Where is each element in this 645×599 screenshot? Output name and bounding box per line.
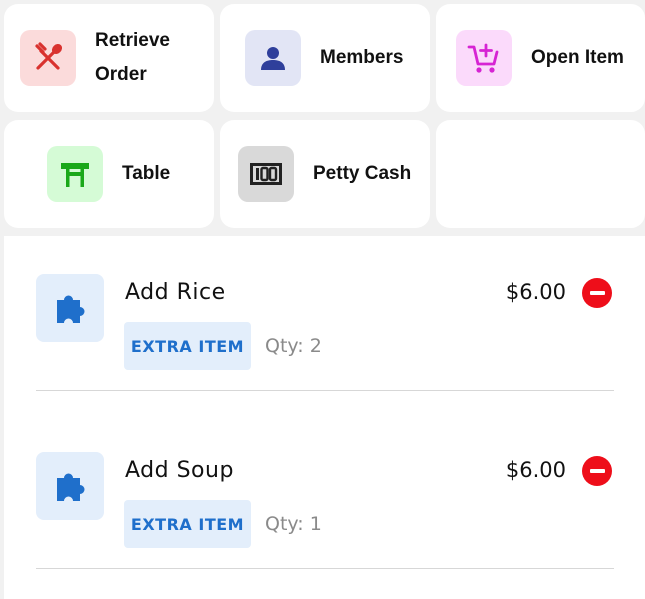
petty-cash-button[interactable]: Petty Cash [220,120,430,228]
order-item-row[interactable]: Add Soup $6.00 EXTRA ITEM Qty: 1 [4,414,645,592]
puzzle-icon [57,473,85,501]
row-divider [36,390,614,391]
table-button[interactable]: Table [4,120,214,228]
cart-plus-icon [467,43,499,73]
minus-icon [589,469,605,473]
item-name: Add Soup [125,458,234,483]
item-price: $6.00 [505,458,566,482]
table-icon [61,163,89,187]
item-type-badge: EXTRA ITEM [124,500,251,548]
remove-item-button[interactable] [582,456,612,486]
table-icon-box [47,146,103,202]
retrieve-order-label: Retrieve Order [95,30,170,85]
item-quantity: Qty: 2 [265,335,322,357]
puzzle-icon [57,295,85,323]
cash-icon-box [238,146,294,202]
item-thumbnail [36,274,104,342]
utensils-icon-box [20,30,76,86]
members-button[interactable]: Members [220,4,430,112]
members-label: Members [320,47,404,68]
petty-cash-label: Petty Cash [313,163,412,184]
table-label: Table [122,163,171,184]
cart-plus-icon-box [456,30,512,86]
open-item-button[interactable]: Open Item [436,4,645,112]
person-icon [261,47,285,70]
item-type-badge: EXTRA ITEM [124,322,251,370]
item-name: Add Rice [125,280,226,305]
cash-icon [250,163,282,185]
remove-item-button[interactable] [582,278,612,308]
utensils-icon [35,42,63,70]
order-item-row[interactable]: Add Rice $6.00 EXTRA ITEM Qty: 2 [4,236,645,414]
item-price: $6.00 [505,280,566,304]
person-icon-box [245,30,301,86]
item-thumbnail [36,452,104,520]
order-list: Add Rice $6.00 EXTRA ITEM Qty: 2 Add Sou… [4,236,645,599]
empty-tile [436,120,645,228]
row-divider [36,568,614,569]
open-item-label: Open Item [531,47,624,68]
retrieve-order-button[interactable]: Retrieve Order [4,4,214,112]
minus-icon [589,291,605,295]
item-quantity: Qty: 1 [265,513,322,535]
pos-screen: Retrieve Order Members Open Item Table P… [0,0,645,599]
